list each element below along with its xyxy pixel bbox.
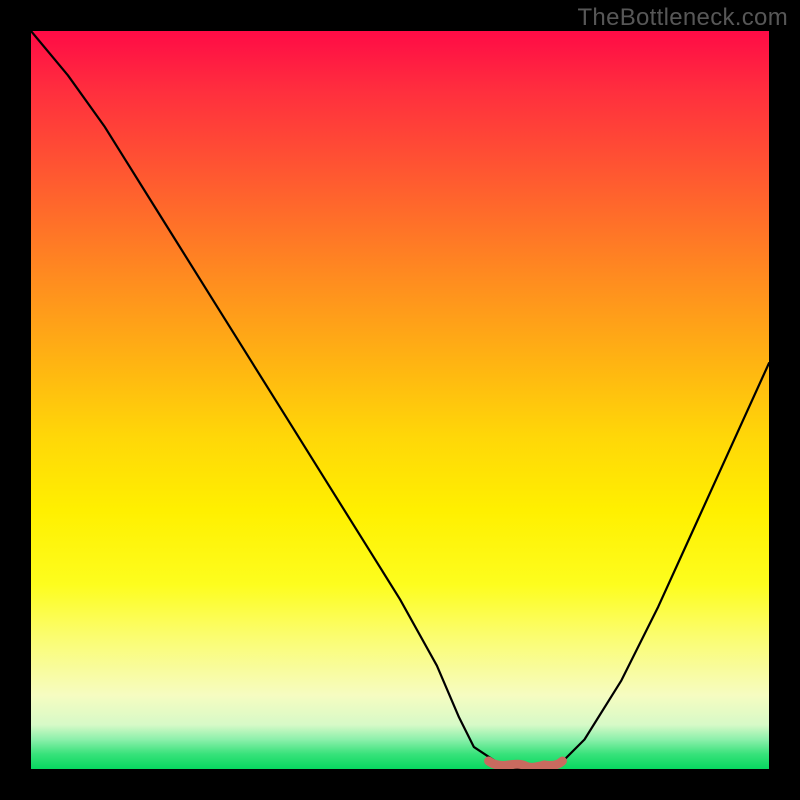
chart-frame: TheBottleneck.com	[0, 0, 800, 800]
plot-area	[31, 31, 769, 769]
curve-path	[31, 31, 769, 769]
watermark-text: TheBottleneck.com	[577, 4, 788, 32]
minimum-marker	[489, 761, 563, 767]
bottleneck-curve	[31, 31, 769, 769]
